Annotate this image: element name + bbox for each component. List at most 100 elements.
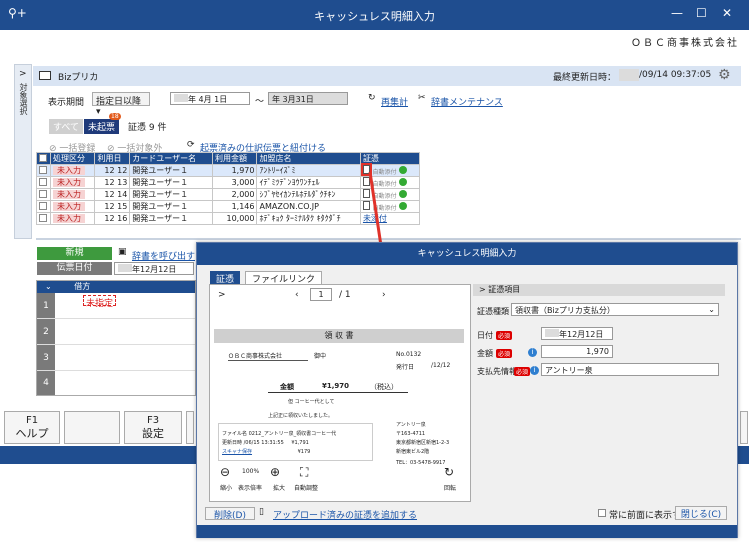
link-icon: ⟳ [187, 140, 195, 150]
chevron-down-icon[interactable]: ⌄ [45, 282, 52, 291]
fkey-label: ヘルプ [15, 427, 49, 440]
scanner-save-link[interactable]: スキャナ保存 [222, 449, 252, 455]
user-cell: 開発ユーザー１ [129, 188, 214, 201]
delete-button[interactable]: 削除(D) [205, 507, 255, 521]
from-date-value: 年 4月 1日 [188, 95, 228, 104]
amount-cell: 1,970 [212, 164, 258, 177]
type-select[interactable]: 領収書（Bizプリカ支払分） ⌄ [511, 303, 719, 316]
col-status[interactable]: 処理区分 [49, 152, 96, 165]
window-title: キャッシュレス明細入力 [314, 10, 435, 23]
info-icon[interactable]: i [528, 348, 537, 357]
f4-button[interactable] [186, 411, 194, 444]
dict-maint-link[interactable]: 辞書メンテナンス [431, 95, 503, 108]
receipt-amount: ¥1,970 [322, 382, 350, 390]
type-value: 領収書（Bizプリカ支払分） [515, 306, 615, 315]
receipt-tax: （税込） [370, 383, 398, 391]
unspecified-tag[interactable]: 未指定 [83, 295, 117, 309]
new-button[interactable]: 新規 [37, 247, 112, 260]
section-title: 証憑項目 [488, 285, 521, 294]
rotate-icon[interactable]: ↻ [444, 465, 454, 479]
user-cell: 開発ユーザー１ [129, 200, 214, 213]
f12-button[interactable] [740, 411, 748, 444]
form-pane: > 証憑項目 証憑種類 領収書（Bizプリカ支払分） ⌄ 日付 必須 年12月12… [473, 284, 725, 502]
journal-row[interactable]: 2 [37, 319, 195, 345]
col-amount[interactable]: 利用金額 [212, 152, 258, 165]
dict-call-link[interactable]: 辞書を呼び出す [132, 249, 195, 262]
receipt-received: 上記正に領収いたしました。 [268, 413, 334, 419]
add-uploaded-link[interactable]: アップロード済みの証憑を追加する [273, 508, 417, 521]
book-icon: ▣ [118, 247, 127, 257]
col-shop[interactable]: 加盟店名 [256, 152, 361, 165]
col-checkbox[interactable] [36, 152, 51, 165]
always-front-checkbox[interactable] [598, 509, 606, 517]
tab-unposted[interactable]: 未起票 [84, 119, 120, 134]
row-checkbox[interactable] [39, 189, 47, 198]
row-checkbox[interactable] [39, 213, 47, 222]
credit-header: 借方 [74, 282, 91, 291]
file-label: ファイル名 [222, 431, 248, 437]
user-cell: 開発ユーザー１ [129, 176, 214, 189]
last-updated-value: /09/14 09:37:05 [639, 70, 712, 80]
receipt-zip: 〒163-4711 [396, 431, 426, 437]
col-attach[interactable]: 証憑 [359, 152, 421, 165]
chevron-right-icon: > [19, 69, 27, 79]
prev-page-icon[interactable]: ‹ [295, 290, 299, 300]
payee-field[interactable]: アントリー泉 [541, 363, 719, 376]
row-checkbox[interactable] [39, 201, 47, 210]
title-bar: ⚲+ キャッシュレス明細入力 — ☐ ✕ [0, 0, 749, 30]
zoom-out-icon[interactable]: ⊖ [220, 465, 230, 479]
voucher-date-field[interactable]: 年12月12日 [114, 262, 194, 275]
fkey-label: 設定 [142, 427, 164, 440]
date-month: 12 [104, 190, 115, 199]
close-icon[interactable]: ✕ [722, 6, 732, 20]
journal-row[interactable]: 1 未指定 [37, 293, 195, 319]
voucher-date-value: 年12月12日 [132, 265, 177, 274]
info-icon[interactable]: i [530, 366, 539, 375]
period-mode-value: 指定日以降 [96, 97, 142, 107]
from-date-field[interactable]: 年 4月 1日 [170, 92, 250, 105]
app-name: Bizプリカ [58, 73, 99, 83]
amount-cell: 1,146 [212, 200, 258, 213]
check-icon [399, 178, 408, 186]
amount-1: ¥1,791 [291, 440, 309, 446]
recalc-link[interactable]: 再集計 [381, 95, 408, 108]
page-input[interactable]: 1 [310, 288, 332, 301]
dialog-window: キャッシュレス明細入力 証憑 ファイルリンク > ‹ 1 / 1 › 領 収 書… [196, 242, 738, 538]
panel-header: Bizプリカ 最終更新日時： /09/14 09:37:05 ⚙ [33, 66, 741, 86]
col-date[interactable]: 利用日 [94, 152, 131, 165]
chevron-down-icon: ⌄ [708, 305, 715, 314]
zoom-in-icon[interactable]: ⊕ [270, 465, 280, 479]
amount-field[interactable]: 1,970 [541, 345, 613, 358]
type-label: 証憑種類 [477, 307, 509, 316]
journal-row[interactable]: 4 [37, 371, 195, 395]
row-checkbox[interactable] [39, 165, 47, 174]
table-header-row: 処理区分 利用日 カードユーザー名 利用金額 加盟店名 証憑 [36, 152, 421, 165]
next-page-icon[interactable]: › [382, 290, 386, 300]
f1-help-button[interactable]: F1 ヘルプ [4, 411, 60, 444]
gear-icon[interactable]: ⚙ [718, 67, 731, 83]
receipt-addr2: 新宿東ビル2階 [396, 449, 430, 455]
date-month: 12 [104, 202, 115, 211]
f2-button[interactable] [64, 411, 120, 444]
tab-all[interactable]: すべて [49, 119, 84, 134]
last-updated-label: 最終更新日時： [553, 73, 617, 83]
refresh-icon[interactable]: ↻ [368, 93, 376, 103]
maximize-icon[interactable]: ☐ [696, 6, 707, 20]
to-date-field[interactable]: 年 3月31日 [268, 92, 348, 105]
date-field[interactable]: 年12月12日 [541, 327, 613, 340]
date-month: 12 [104, 214, 115, 223]
document-icon: ▯ [259, 507, 264, 517]
zoom-value: 100% [242, 468, 260, 475]
f3-settings-button[interactable]: F3 設定 [124, 411, 182, 444]
to-date-value: 年 3月31日 [272, 95, 314, 104]
period-mode-select[interactable]: 指定日以降 ▾ [92, 92, 150, 117]
row-checkbox[interactable] [39, 177, 47, 186]
close-button[interactable]: 閉じる(C) [675, 506, 727, 520]
col-user[interactable]: カードユーザー名 [129, 152, 214, 165]
check-icon [399, 166, 408, 174]
journal-row[interactable]: 3 [37, 345, 195, 371]
fit-icon[interactable]: ⛶ [300, 465, 308, 480]
expand-icon[interactable]: > [218, 290, 226, 300]
side-tab-target-select[interactable]: > 対象選択 [14, 64, 32, 239]
minimize-icon[interactable]: — [671, 6, 683, 20]
